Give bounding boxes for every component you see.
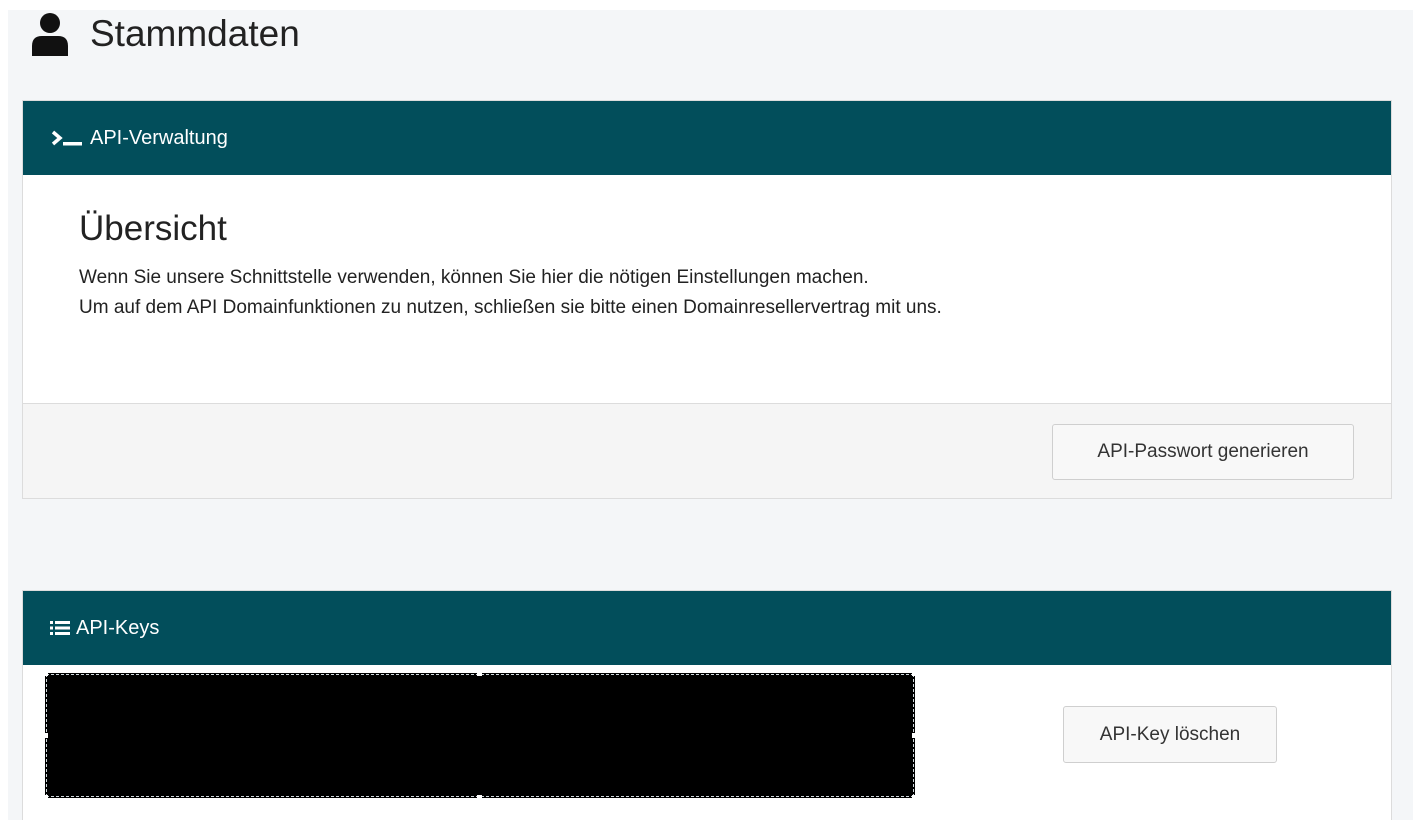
description-line-2: Um auf dem API Domainfunktionen zu nutze… [79, 297, 942, 318]
api-management-heading-label: API-Verwaltung [90, 126, 228, 149]
selection-handle [43, 733, 48, 738]
user-icon [30, 12, 70, 56]
page-title: Stammdaten [30, 10, 300, 58]
page-title-text: Stammdaten [90, 13, 300, 54]
api-management-heading: API-Verwaltung [23, 101, 1391, 175]
selection-handle [43, 671, 48, 676]
api-keys-heading: API-Keys [23, 591, 1391, 665]
selection-handle [912, 795, 917, 800]
redacted-api-key [43, 671, 917, 800]
page: Stammdaten API-Verwaltung Übersicht Wenn… [0, 0, 1413, 820]
delete-api-key-button[interactable]: API-Key löschen [1063, 706, 1277, 763]
api-management-body: Übersicht Wenn Sie unsere Schnittstelle … [23, 175, 1391, 323]
selection-handle [43, 795, 48, 800]
list-icon [50, 620, 70, 636]
description-line-1: Wenn Sie unsere Schnittstelle verwenden,… [79, 267, 869, 288]
selection-handle [477, 795, 482, 800]
overview-title: Übersicht [79, 209, 227, 248]
api-management-panel: API-Verwaltung Übersicht Wenn Sie unsere… [22, 100, 1392, 499]
selection-handle [477, 671, 482, 676]
api-keys-panel: API-Keys API-Key löschen [22, 590, 1392, 820]
selection-handle [912, 733, 917, 738]
api-management-footer: API-Passwort generieren [23, 403, 1391, 498]
terminal-icon [50, 129, 84, 147]
generate-api-password-button[interactable]: API-Passwort generieren [1052, 424, 1354, 480]
selection-handle [912, 671, 917, 676]
api-keys-heading-label: API-Keys [76, 616, 160, 639]
